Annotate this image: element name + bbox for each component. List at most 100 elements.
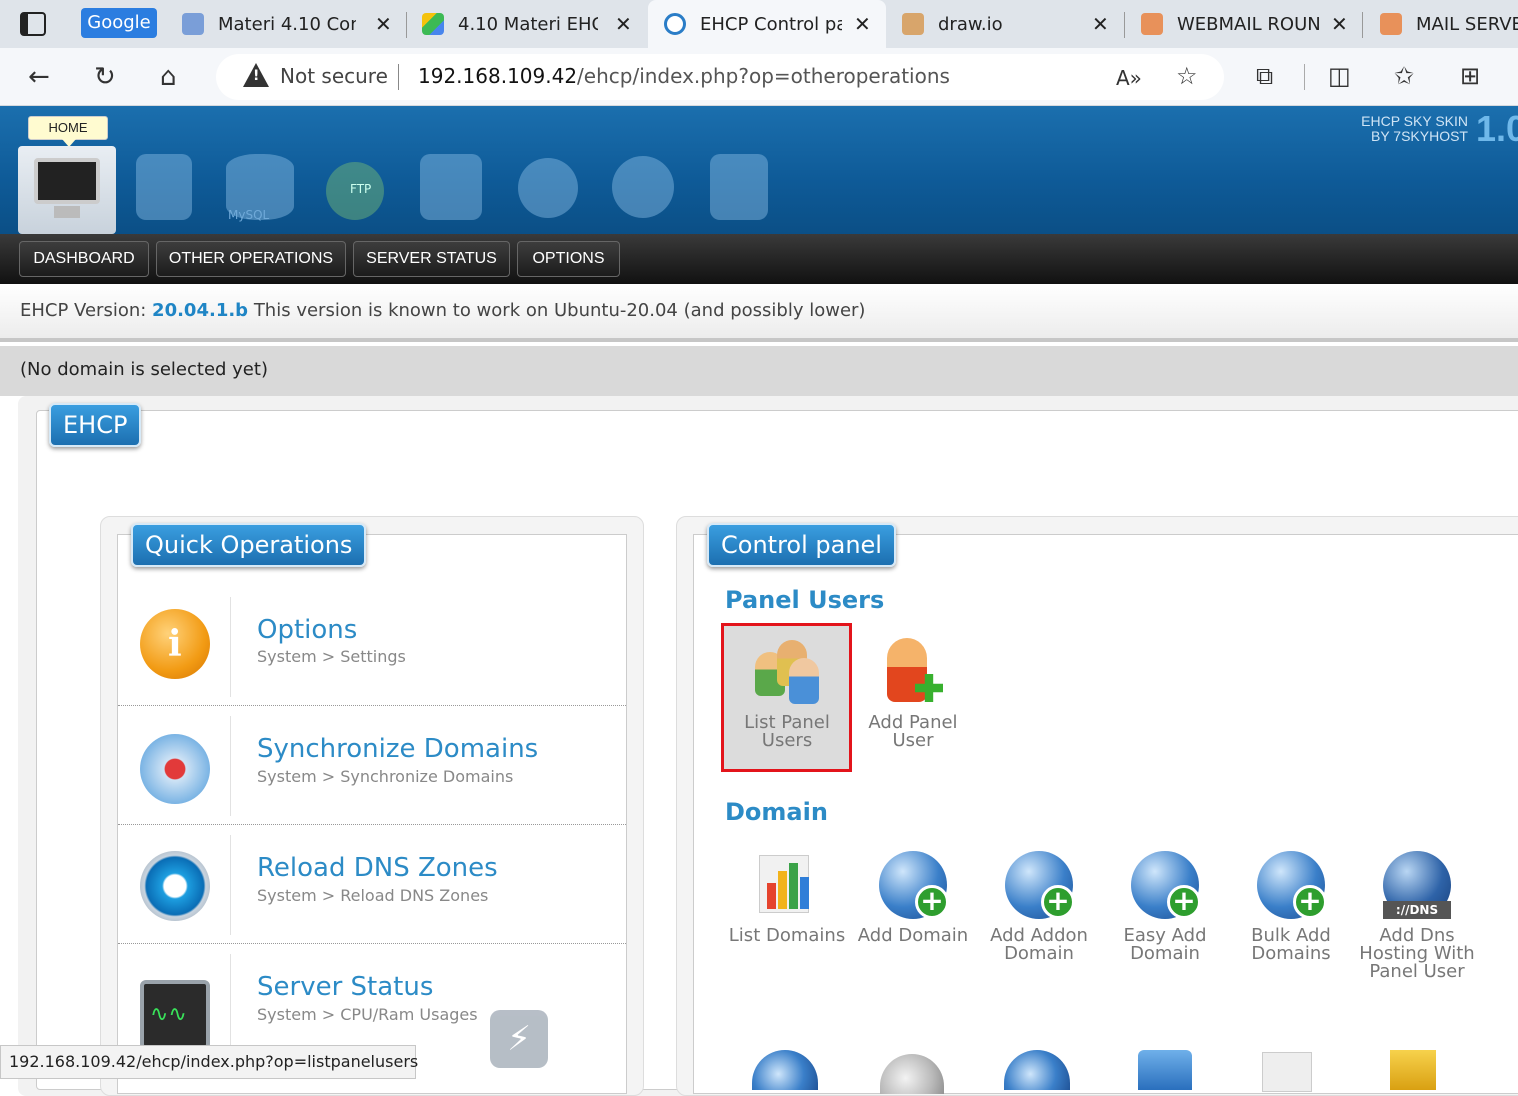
tab-mail-server[interactable]: MAIL SERVER	[1380, 0, 1518, 48]
skin-name: EHCP SKY SKIN	[1361, 113, 1468, 129]
add-user-icon	[879, 638, 947, 706]
tab-separator	[1124, 12, 1125, 38]
pie-chart-icon[interactable]	[518, 158, 578, 218]
item-label: Add Panel User	[868, 712, 958, 751]
add-domain[interactable]: + Add Domain	[851, 851, 975, 945]
tab-webmail[interactable]: WEBMAIL ROUND ✕	[1141, 0, 1357, 48]
home-icon[interactable]: ⌂	[160, 62, 177, 92]
globe-add-icon: +	[1257, 851, 1327, 919]
users-group-icon	[753, 638, 821, 706]
close-icon[interactable]: ✕	[1092, 12, 1109, 36]
tab-separator	[406, 12, 407, 38]
mysql-label: MySQL	[228, 208, 270, 222]
tab-label: Materi 4.10 Contr	[218, 13, 356, 35]
dns-globe-icon: ://DNS	[1383, 851, 1451, 919]
ftp-globe-icon[interactable]: FTP	[326, 162, 384, 220]
collections-icon[interactable]: ⊞	[1460, 62, 1480, 90]
easy-add-domain[interactable]: + Easy Add Domain	[1103, 851, 1227, 963]
item-label: List Panel Users	[744, 712, 830, 751]
tab-google[interactable]: Google	[81, 8, 157, 38]
document-chart-icon[interactable]	[1262, 1052, 1312, 1092]
network-icon[interactable]	[1138, 1050, 1192, 1090]
split-screen-icon[interactable]: ◫	[1328, 62, 1351, 90]
ehcp-favicon-icon	[664, 13, 686, 35]
skin-author: BY 7SKYHOST	[1370, 128, 1468, 144]
list-panel-users[interactable]: List Panel Users	[725, 638, 849, 750]
quick-op-synchronize-domains[interactable]: Synchronize Domains System > Synchronize…	[118, 706, 626, 825]
tab-actions-icon[interactable]	[20, 12, 46, 36]
refresh-icon[interactable]: ↻	[94, 62, 116, 92]
tab-materi-contr[interactable]: Materi 4.10 Contr ✕	[182, 0, 404, 48]
warning-icon[interactable]	[243, 63, 269, 87]
quick-op-options[interactable]: i Options System > Settings	[118, 587, 626, 706]
globe-add-icon: +	[879, 851, 949, 919]
url-path: /ehcp/index.php?op=otheroperations	[577, 64, 950, 88]
tab-materi-ehcp[interactable]: 4.10 Materi EHCP ✕	[422, 0, 644, 48]
info-orange-icon: i	[140, 609, 210, 679]
item-label: Add Addon Domain	[990, 925, 1088, 964]
close-icon[interactable]: ✕	[854, 12, 871, 36]
save-disk-icon[interactable]	[710, 154, 768, 220]
domain-heading: Domain	[725, 798, 828, 826]
add-dns-hosting[interactable]: ://DNS Add Dns Hosting With Panel User	[1355, 851, 1479, 981]
item-label: Add Dns Hosting With Panel User	[1359, 925, 1475, 982]
quick-op-title[interactable]: Server Status	[257, 972, 433, 1002]
add-panel-user[interactable]: Add Panel User	[851, 638, 975, 750]
quick-op-title[interactable]: Reload DNS Zones	[257, 853, 498, 883]
folder-icon[interactable]	[1390, 1050, 1436, 1090]
row-divider	[230, 716, 231, 816]
list-domains[interactable]: List Domains	[725, 851, 849, 945]
mysql-database-icon[interactable]: MySQL	[226, 154, 294, 222]
quick-op-title[interactable]: Options	[257, 615, 357, 645]
meet-icon	[182, 13, 204, 35]
quick-op-reload-dns[interactable]: Reload DNS Zones System > Reload DNS Zon…	[118, 825, 626, 944]
favorite-star-icon[interactable]: ☆	[1176, 62, 1198, 90]
skin-version: 1.0	[1476, 108, 1518, 149]
url-text[interactable]: 192.168.109.42/ehcp/index.php?op=otherop…	[418, 64, 950, 88]
row-divider	[230, 597, 231, 697]
security-label[interactable]: Not secure	[280, 64, 388, 88]
tab-ehcp-control-panel[interactable]: EHCP Control pan ✕	[648, 0, 886, 48]
floating-widget-icon[interactable]: ⚡	[490, 1010, 548, 1068]
add-addon-domain[interactable]: + Add Addon Domain	[977, 851, 1101, 963]
read-aloud-icon[interactable]: A»	[1116, 66, 1142, 90]
close-icon[interactable]: ✕	[1331, 12, 1348, 36]
item-label: List Domains	[728, 925, 846, 946]
menu-server-status[interactable]: SERVER STATUS	[353, 241, 510, 277]
close-icon[interactable]: ✕	[375, 12, 392, 36]
row-divider	[230, 954, 231, 1054]
domain-status: (No domain is selected yet)	[20, 359, 268, 380]
bulk-add-domains[interactable]: + Bulk Add Domains	[1229, 851, 1353, 963]
tab-label: EHCP Control pan	[700, 13, 842, 35]
back-arrow-icon[interactable]: ←	[28, 62, 50, 92]
globe-add-icon: +	[1005, 851, 1075, 919]
home-tooltip: HOME	[28, 116, 108, 140]
quick-op-breadcrumb: System > Settings	[257, 647, 406, 666]
extensions-icon[interactable]: ⧉	[1256, 62, 1273, 90]
quick-op-title[interactable]: Synchronize Domains	[257, 734, 538, 764]
quick-op-server-status[interactable]: ∿∿ Server Status System > CPU/Ram Usages	[118, 944, 626, 1054]
quick-op-breadcrumb: System > CPU/Ram Usages	[257, 1005, 478, 1024]
globe-add-icon: +	[1131, 851, 1201, 919]
menu-other-operations[interactable]: OTHER OPERATIONS	[156, 241, 346, 277]
drawio-icon	[902, 13, 924, 35]
tab-drawio[interactable]: draw.io ✕	[902, 0, 1120, 48]
ehcp-badge: EHCP	[49, 403, 142, 447]
edit-document-icon[interactable]	[136, 154, 192, 220]
close-icon[interactable]: ✕	[615, 12, 632, 36]
info-icon[interactable]	[612, 156, 674, 218]
monitor-icon	[34, 158, 100, 218]
menu-options[interactable]: OPTIONS	[517, 241, 620, 277]
user-icon[interactable]	[420, 154, 482, 220]
tab-label: WEBMAIL ROUND	[1177, 13, 1321, 35]
control-panel-title: Control panel	[707, 523, 896, 567]
link-status-bar: 192.168.109.42/ehcp/index.php?op=listpan…	[0, 1045, 418, 1079]
sync-icon	[140, 734, 210, 804]
skin-credit: EHCP SKY SKIN BY 7SKYHOST	[1361, 114, 1468, 144]
favorites-icon[interactable]: ✩	[1394, 62, 1414, 90]
menu-dashboard[interactable]: DASHBOARD	[19, 241, 149, 277]
item-label: Add Domain	[857, 925, 969, 946]
item-label: Bulk Add Domains	[1251, 925, 1331, 964]
omnibox-separator	[398, 64, 399, 90]
version-number: 20.04.1.b	[152, 300, 249, 321]
